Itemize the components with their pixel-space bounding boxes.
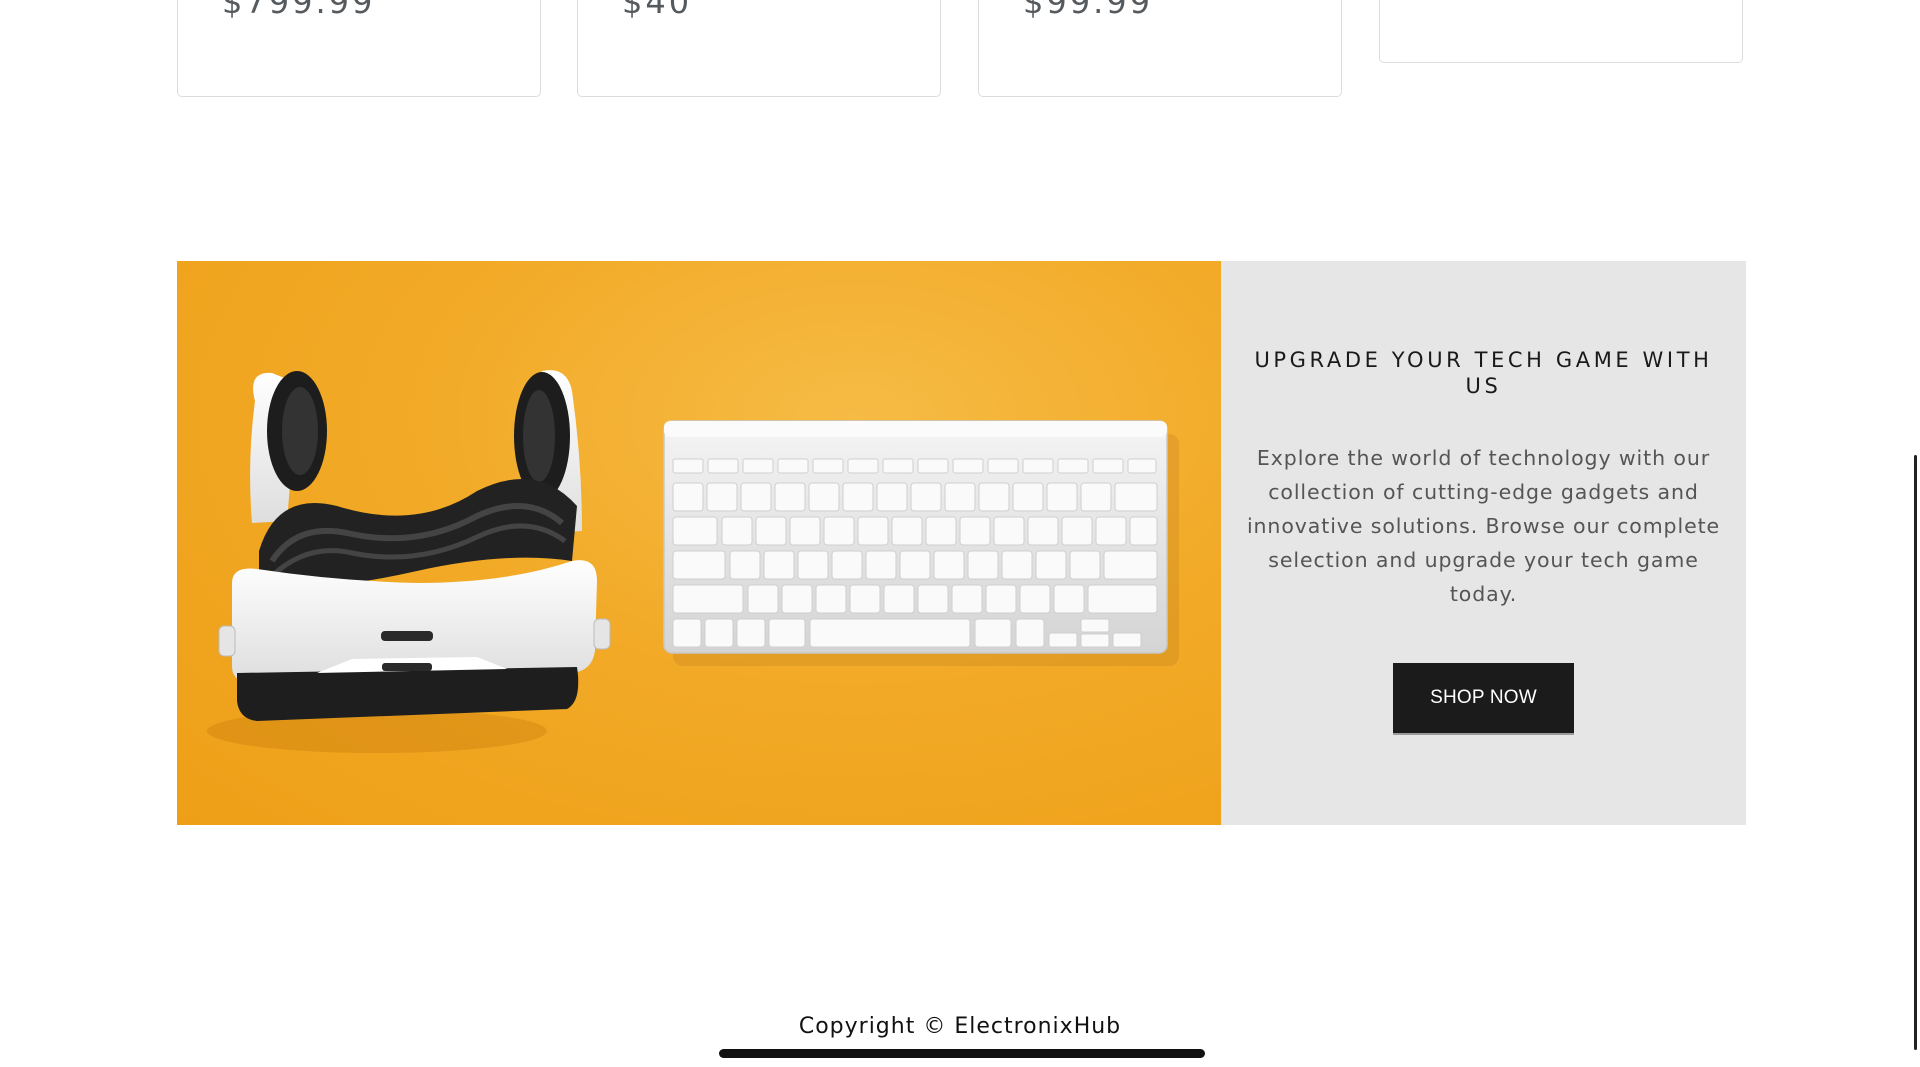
banner-illustration [207,370,1179,753]
promo-text-panel: UPGRADE YOUR TECH GAME WITH US Explore t… [1221,261,1746,825]
shop-now-button[interactable]: SHOP NOW [1393,663,1574,733]
promo-heading: UPGRADE YOUR TECH GAME WITH US [1254,348,1713,398]
product-card[interactable] [1379,0,1743,63]
product-card[interactable]: $799.99 [177,0,541,97]
vr-headset-and-keyboard-image [177,261,1221,825]
home-indicator-bar[interactable] [719,1049,1205,1058]
product-price: $799.99 [222,0,376,21]
keyboard-icon [663,420,1179,666]
copyright-text: Copyright © ElectronixHub [798,1014,1122,1039]
promo-banner: UPGRADE YOUR TECH GAME WITH US Explore t… [177,261,1746,825]
promo-description: Explore the world of technology with our… [1246,446,1721,606]
product-price: $99.99 [1023,0,1153,21]
vertical-scrollbar[interactable] [1914,455,1917,1050]
page: $799.99 $40 $99.99 UPGRADE YOUR TECH GAM… [0,0,1920,1067]
product-card[interactable]: $99.99 [978,0,1342,97]
vr-headset-icon [207,370,611,753]
product-price: $40 [622,0,693,21]
product-card[interactable]: $40 [577,0,941,97]
